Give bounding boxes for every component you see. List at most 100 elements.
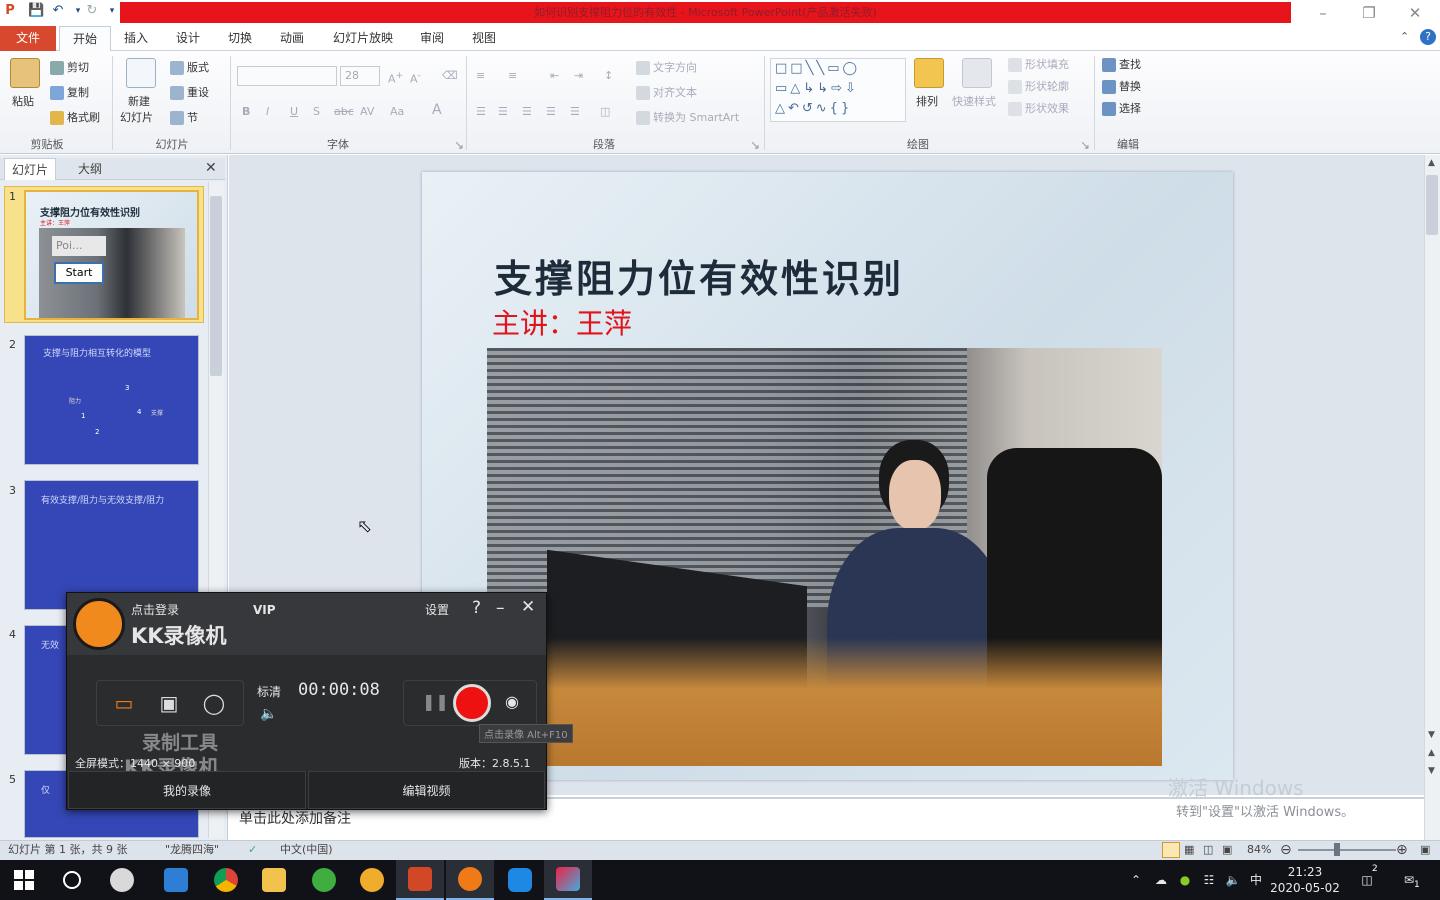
new-slide-dropdown[interactable]: 幻灯片 — [120, 110, 153, 126]
grow-font-icon[interactable]: A+ — [388, 68, 403, 88]
start-button[interactable] — [0, 860, 48, 900]
clear-format-icon[interactable]: ⌫ — [442, 68, 458, 84]
kk-login-link[interactable]: 点击登录 — [131, 601, 179, 618]
underline-icon[interactable]: U — [290, 104, 298, 120]
taskbar-app-1[interactable] — [98, 860, 146, 900]
previous-slide-icon[interactable]: ▲ — [1428, 748, 1435, 758]
fit-slide-icon[interactable]: ▣ — [1420, 841, 1430, 859]
paragraph-dialog-launcher-icon[interactable]: ↘ — [746, 136, 764, 154]
collapse-ribbon-icon[interactable]: ⌃ — [1400, 30, 1409, 43]
font-color-icon[interactable]: A — [432, 102, 442, 118]
kk-record-button[interactable] — [453, 684, 491, 722]
new-slide-icon[interactable] — [126, 58, 156, 88]
distribute-icon[interactable]: ☰ — [570, 104, 580, 120]
shrink-font-icon[interactable]: A- — [410, 68, 421, 88]
italic-icon[interactable]: I — [266, 104, 269, 120]
columns-icon[interactable]: ◫ — [600, 104, 610, 120]
ime-indicator[interactable]: 中 — [1246, 860, 1266, 900]
close-icon[interactable]: ✕ — [1392, 0, 1438, 26]
clock[interactable]: 21:23 2020-05-02 — [1270, 860, 1340, 900]
kk-speaker-icon[interactable]: 🔈 — [260, 706, 277, 722]
thumbnail-scroll-thumb[interactable] — [210, 196, 222, 376]
paste-icon[interactable] — [10, 58, 40, 88]
section-button[interactable]: 节 — [170, 110, 198, 126]
zoom-slider-handle[interactable] — [1334, 843, 1340, 856]
zoom-slider[interactable] — [1298, 849, 1396, 851]
slide-sorter-icon[interactable]: ▦ — [1184, 841, 1194, 859]
tab-design[interactable]: 设计 — [166, 26, 210, 51]
taskbar-kk-recorder[interactable] — [446, 860, 494, 900]
tab-slides[interactable]: 幻灯片 — [4, 158, 56, 180]
change-case-icon[interactable]: Aa — [390, 104, 404, 120]
minimize-icon[interactable]: – — [1300, 0, 1346, 26]
kk-minimize-icon[interactable]: – — [496, 598, 505, 618]
line-spacing-icon[interactable]: ↕ — [604, 68, 613, 84]
normal-view-icon[interactable] — [1162, 842, 1180, 858]
tab-view[interactable]: 视图 — [462, 26, 506, 51]
slide-scroll-thumb[interactable] — [1426, 175, 1438, 235]
taskbar-app-6[interactable] — [544, 860, 592, 900]
find-button[interactable]: 查找 — [1102, 57, 1141, 73]
taskbar-explorer[interactable] — [250, 860, 298, 900]
thumb-start-button[interactable]: Start — [54, 262, 104, 284]
slide-subtitle[interactable]: 主讲：王萍 — [492, 302, 632, 342]
kk-vip-badge[interactable]: VIP — [253, 603, 276, 617]
undo-icon[interactable]: ↶ — [50, 3, 66, 19]
tab-animations[interactable]: 动画 — [270, 26, 314, 51]
slideshow-view-icon[interactable]: ▣ — [1222, 841, 1232, 859]
shadow-icon[interactable]: S — [313, 104, 320, 120]
tab-outline[interactable]: 大纲 — [62, 158, 118, 180]
tab-slideshow[interactable]: 幻灯片放映 — [326, 26, 400, 51]
kk-screenshot-icon[interactable]: ◉ — [505, 692, 519, 711]
paste-button[interactable]: 粘贴 — [12, 94, 34, 110]
spellcheck-icon[interactable]: ✓ — [248, 841, 257, 859]
slide-thumbnail-3[interactable]: 有效支撑/阻力与无效支撑/阻力 — [24, 480, 199, 610]
kk-settings-button[interactable]: 设置 — [425, 601, 449, 618]
format-painter-button[interactable]: 格式刷 — [50, 110, 100, 126]
shape-outline-button[interactable]: 形状轮廓 — [1008, 79, 1069, 95]
scroll-down-icon[interactable]: ▼ — [1428, 730, 1435, 740]
shapes-gallery[interactable]: □□╲╲▭◯ ▭△↳↳⇨⇩ △↶↺∿{} — [770, 58, 906, 122]
network-icon[interactable]: ☷ — [1198, 860, 1220, 900]
taskbar-app-2[interactable] — [152, 860, 200, 900]
language-indicator[interactable]: 中文(中国) — [280, 841, 333, 859]
increase-indent-icon[interactable]: ⇥ — [574, 68, 583, 84]
shape-fill-button[interactable]: 形状填充 — [1008, 57, 1069, 73]
volume-icon[interactable]: 🔈 — [1222, 860, 1244, 900]
edit-video-button[interactable]: 编辑视频 — [308, 771, 545, 809]
zoom-level[interactable]: 84% — [1247, 841, 1271, 859]
save-icon[interactable]: 💾 — [28, 3, 44, 19]
region-mode-icon[interactable]: ▣ — [149, 684, 189, 722]
align-text-button[interactable]: 对齐文本 — [636, 85, 697, 101]
notes-placeholder[interactable]: 单击此处添加备注 — [239, 808, 351, 828]
taskbar-powerpoint[interactable] — [396, 860, 444, 900]
cloud-icon[interactable]: ☁ — [1150, 860, 1172, 900]
quick-styles-icon[interactable] — [962, 58, 992, 88]
kk-quality[interactable]: 标清 — [257, 683, 281, 700]
restore-icon[interactable]: ❐ — [1346, 0, 1392, 26]
help-icon[interactable]: ? — [1420, 29, 1436, 45]
layout-button[interactable]: 版式 — [170, 60, 209, 76]
quick-styles-button[interactable]: 快速样式 — [952, 94, 996, 110]
justify-icon[interactable]: ☰ — [546, 104, 556, 120]
taskbar-chrome[interactable] — [202, 860, 250, 900]
tab-review[interactable]: 审阅 — [410, 26, 454, 51]
smartart-button[interactable]: 转换为 SmartArt — [636, 110, 739, 126]
tab-home[interactable]: 开始 — [59, 26, 111, 52]
align-center-icon[interactable]: ☰ — [498, 104, 508, 120]
fullscreen-mode-icon[interactable]: ▭ — [104, 684, 144, 722]
copy-button[interactable]: 复制 — [50, 85, 89, 101]
arrange-icon[interactable] — [914, 58, 944, 88]
my-recordings-button[interactable]: 我的录像 — [68, 771, 306, 809]
customize-qat-icon[interactable]: ▾ — [104, 3, 120, 19]
taskbar-app-4[interactable] — [348, 860, 396, 900]
shape-effects-button[interactable]: 形状效果 — [1008, 101, 1069, 117]
slide-thumbnail-1[interactable]: 支撑阻力位有效性识别 主讲：王萍 Poi... Start — [24, 190, 199, 320]
zoom-in-icon[interactable]: ⊕ — [1396, 841, 1408, 859]
search-button[interactable] — [48, 860, 96, 900]
scroll-up-icon[interactable]: ▲ — [1428, 158, 1435, 168]
kk-help-icon[interactable]: ? — [472, 598, 481, 618]
drawing-dialog-launcher-icon[interactable]: ↘ — [1076, 136, 1094, 154]
tab-transitions[interactable]: 切换 — [218, 26, 262, 51]
kk-close-icon[interactable]: ✕ — [521, 597, 535, 617]
